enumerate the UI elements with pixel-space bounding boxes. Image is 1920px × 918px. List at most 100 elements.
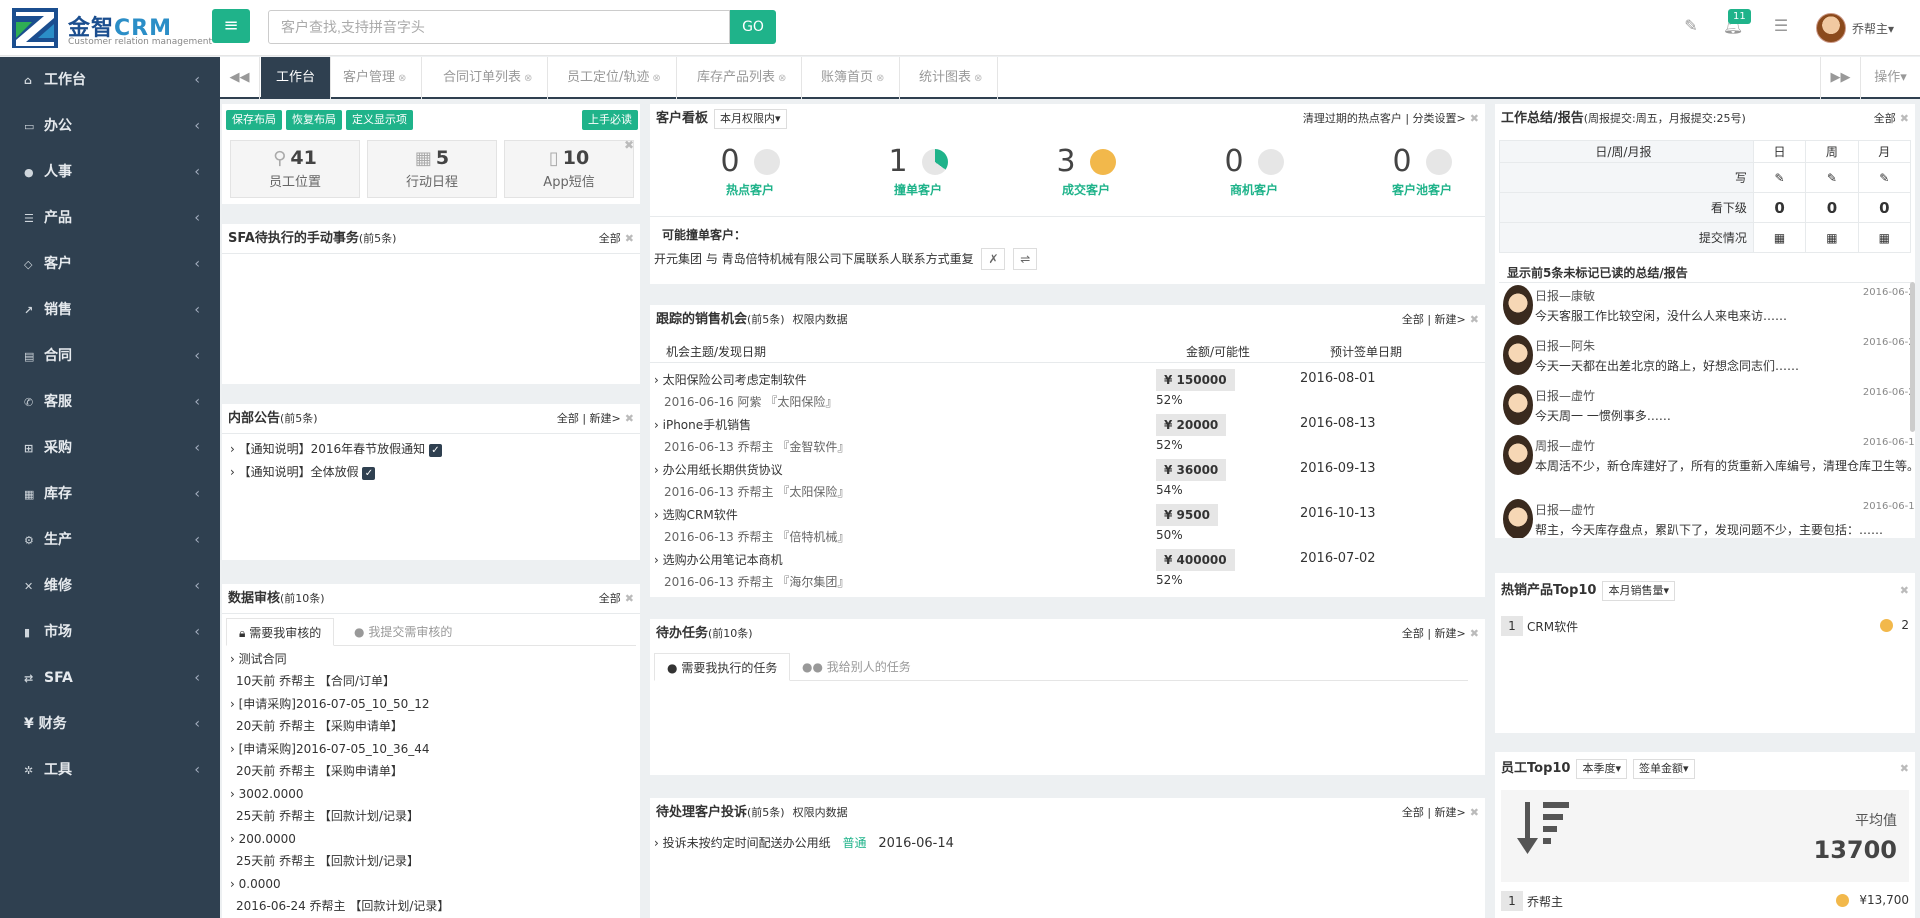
sidebar-item-inventory[interactable]: ▦ 库存 ‹ (0, 471, 220, 517)
view-count[interactable]: 0 (1805, 192, 1859, 223)
user-avatar[interactable] (1816, 13, 1846, 43)
list-item[interactable]: 1 CRM软件 2 (1495, 613, 1915, 639)
sidebar-item-repair[interactable]: ✕ 维修 ‹ (0, 563, 220, 609)
sidebar-item-sales[interactable]: ↗ 销售 ‹ (0, 287, 220, 333)
sidebar-item-market[interactable]: ▮ 市场 ‹ (0, 609, 220, 655)
operations-dropdown[interactable]: 操作▾ (1860, 57, 1920, 99)
scope-dropdown[interactable]: 本月销售量▾ (1602, 581, 1676, 601)
list-item[interactable]: 日报—虚竹 2016-06-20 今天周一 一惯例事多…… (1499, 383, 1915, 429)
tab-statistics[interactable]: 统计图表 ⊗ (904, 57, 999, 99)
list-item[interactable]: 日报—康敏 2016-06-22 今天客服工作比较空闲，没什么人来电来访…… (1499, 283, 1915, 329)
close-icon[interactable]: ⊗ (398, 73, 406, 84)
table-row[interactable]: › 选购CRM软件 2016-06-13 乔帮主 『倍特机械』 ¥ 9500 50% 2… (650, 502, 1485, 547)
kanban-hot-customers[interactable]: 0 热点客户 (690, 144, 810, 198)
table-row[interactable]: › 办公用纸长期供货协议 2016-06-13 乔帮主 『太阳保险』 ¥ 36000… (650, 457, 1485, 502)
guide-button[interactable]: 上手必读 (582, 110, 638, 130)
kanban-dup-customers[interactable]: 1 撞单客户 (858, 144, 978, 198)
sidebar-item-contract[interactable]: ▤ 合同 ‹ (0, 333, 220, 379)
list-item[interactable]: 周报—虚竹 2016-06-16 本周活不少，新仓库建好了，所有的货重新入库编号，清… (1499, 433, 1915, 493)
tab-my-tasks[interactable]: ● 需要我执行的任务 (654, 653, 791, 681)
tab-scroll-right-button[interactable]: ▶▶ (1820, 57, 1860, 99)
tab-staff-location[interactable]: 员工定位/轨迹 ⊗ (552, 57, 677, 99)
sidebar-item-hr[interactable]: ● 人事 ‹ (0, 149, 220, 195)
user-name-dropdown[interactable]: 乔帮主▾ (1852, 20, 1894, 37)
kanban-closed-customers[interactable]: 3 成交客户 (1026, 144, 1146, 198)
sidebar-item-purchase[interactable]: ⊞ 采购 ‹ (0, 425, 220, 471)
close-icon[interactable]: ✖ (1900, 762, 1909, 775)
write-weekly-button[interactable]: ✎ (1805, 162, 1859, 193)
close-icon[interactable]: ⊗ (876, 73, 884, 84)
tab-contract-orders[interactable]: 合同订单列表 ⊗ (428, 57, 549, 99)
close-icon[interactable]: ✖ (625, 232, 634, 245)
list-item[interactable]: › 【通知说明】2016年春节放假通知 ✓ (222, 440, 640, 463)
close-icon[interactable]: ⊗ (652, 73, 660, 84)
sidebar-item-production[interactable]: ⚙ 生产 ‹ (0, 517, 220, 563)
view-count[interactable]: 0 (1752, 192, 1807, 223)
all-link[interactable]: 全部 (599, 232, 621, 245)
kanban-links[interactable]: 清理过期的热点客户 | 分类设置> (1303, 112, 1466, 125)
list-item[interactable]: › 【通知说明】全体放假 ✓ (222, 463, 640, 486)
tab-need-my-audit[interactable]: 🔒︎ 需要我审核的 (226, 618, 335, 646)
tab-ledger-home[interactable]: 账簿首页 ⊗ (806, 57, 901, 99)
all-link[interactable]: 全部 (599, 592, 621, 605)
tab-customer-management[interactable]: 客户管理 ⊗ (328, 57, 423, 99)
list-item[interactable]: › 3002.0000 25天前 乔帮主 【回款计划/记录】 (222, 783, 640, 828)
close-icon[interactable]: ✖ (624, 138, 634, 152)
table-row[interactable]: › 太阳保险公司考虑定制软件 2016-06-16 阿紫 『太阳保险』 ¥ 1500… (650, 367, 1485, 412)
sidebar-item-sfa[interactable]: ⇄ SFA ‹ (0, 655, 220, 701)
view-count[interactable]: 0 (1857, 192, 1912, 223)
scope-link[interactable]: 权限内数据 (793, 313, 848, 326)
grid-icon[interactable]: ▦ (1805, 222, 1859, 253)
list-item[interactable]: › 0.0000 2016-06-24 乔帮主 【回款计划/记录】 (222, 873, 640, 918)
list-item[interactable]: 日报—虚竹 2016-06-16 帮主，今天库存盘点，累趴下了，发现问题不少，主要包… (1499, 497, 1915, 538)
dup-text[interactable]: 开元集团 与 青岛倍特机械有限公司下属联系人联系方式重复 (654, 252, 974, 266)
tab-assigned-tasks[interactable]: ●● 我给别人的任务 (790, 653, 923, 681)
write-daily-button[interactable]: ✎ (1752, 162, 1807, 193)
close-icon[interactable]: ✖ (1900, 584, 1909, 597)
menu-toggle-button[interactable]: ≡ (212, 9, 250, 43)
kanban-opportunity-customers[interactable]: 0 商机客户 (1194, 144, 1314, 198)
stat-schedule[interactable]: ▦ 5 行动日程 (367, 140, 497, 198)
tab-scroll-left-button[interactable]: ◀◀ (220, 57, 260, 99)
stat-app-sms[interactable]: ▯ 10 App短信 (504, 140, 634, 198)
scope-dropdown[interactable]: 本月权限内▾ (714, 109, 787, 129)
all-new-links[interactable]: 全部 | 新建> (557, 412, 621, 425)
scrollbar[interactable] (1910, 282, 1915, 432)
ignore-icon[interactable]: ✗ (981, 248, 1006, 270)
search-go-button[interactable]: GO (730, 10, 776, 44)
shuffle-icon[interactable]: ⇌ (1013, 248, 1038, 270)
tab-my-submitted[interactable]: ● 我提交需审核的 (342, 618, 464, 646)
sidebar-item-office[interactable]: ▭ 办公 ‹ (0, 103, 220, 149)
customer-search-input[interactable] (268, 10, 730, 44)
tab-inventory-products[interactable]: 库存产品列表 ⊗ (682, 57, 803, 99)
edit-icon[interactable]: ✎ (1680, 16, 1702, 38)
close-icon[interactable]: ⊗ (974, 73, 982, 84)
list-item[interactable]: › 200.0000 25天前 乔帮主 【回款计划/记录】 (222, 828, 640, 873)
grid-icon[interactable]: ▦ (1857, 222, 1912, 253)
scope-link[interactable]: 权限内数据 (793, 806, 848, 819)
list-item[interactable]: › 测试合同 10天前 乔帮主 【合同/订单】 (222, 648, 640, 693)
close-icon[interactable]: ✖ (1470, 806, 1479, 819)
close-icon[interactable]: ✖ (1470, 627, 1479, 640)
all-new-links[interactable]: 全部 | 新建> (1402, 806, 1466, 819)
close-icon[interactable]: ✖ (1470, 313, 1479, 326)
list-item[interactable]: › [申请采购]2016-07-05_10_36_44 20天前 乔帮主 【采购申… (222, 738, 640, 783)
menu-list-icon[interactable]: ☰ (1770, 16, 1792, 38)
close-icon[interactable]: ✖ (625, 412, 634, 425)
close-icon[interactable]: ✖ (1470, 112, 1479, 125)
tab-workbench[interactable]: 工作台 (261, 57, 332, 99)
all-new-links[interactable]: 全部 | 新建> (1402, 313, 1466, 326)
close-icon[interactable]: ✖ (1900, 112, 1909, 125)
table-row[interactable]: › iPhone手机销售 2016-06-13 乔帮主 『金智软件』 ¥ 20000… (650, 412, 1485, 457)
close-icon[interactable]: ⊗ (778, 73, 786, 84)
sidebar-item-product[interactable]: ☰ 产品 ‹ (0, 195, 220, 241)
list-item[interactable]: › 投诉未按约定时间配送办公用纸 普通 2016-06-14 (650, 834, 1485, 851)
stat-staff-location[interactable]: ⚲ 41 员工位置 (230, 140, 360, 198)
save-layout-button[interactable]: 保存布局 (226, 110, 282, 130)
all-link[interactable]: 全部 (1874, 112, 1896, 125)
define-display-button[interactable]: 定义显示项 (346, 110, 413, 130)
close-icon[interactable]: ✖ (625, 592, 634, 605)
sidebar-item-tools[interactable]: ✲ 工具 ‹ (0, 747, 220, 793)
logo[interactable]: 金智CRM Customer relation management (12, 8, 212, 48)
write-monthly-button[interactable]: ✎ (1857, 162, 1912, 193)
